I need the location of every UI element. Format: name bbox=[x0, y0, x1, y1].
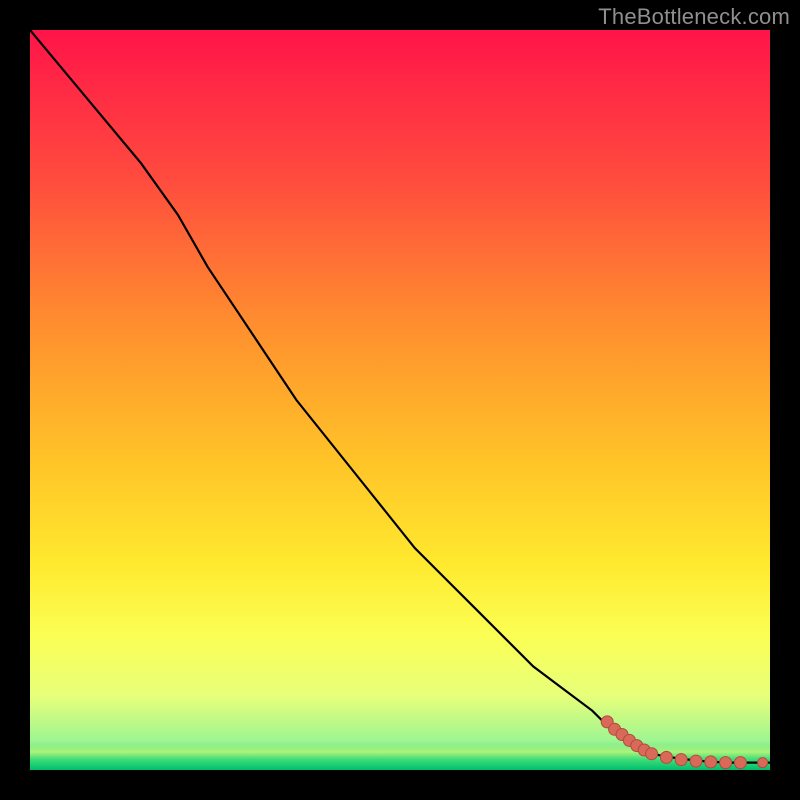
plot-area bbox=[30, 30, 770, 770]
attribution-text: TheBottleneck.com bbox=[598, 4, 790, 30]
data-point bbox=[690, 755, 702, 767]
data-point bbox=[675, 754, 687, 766]
data-point bbox=[646, 748, 658, 760]
data-point bbox=[758, 758, 768, 768]
data-point bbox=[720, 757, 732, 769]
data-point bbox=[734, 757, 746, 769]
chart-overlay bbox=[30, 30, 770, 770]
chart-frame: TheBottleneck.com bbox=[0, 0, 800, 800]
data-points-group bbox=[601, 716, 767, 769]
data-point bbox=[705, 756, 717, 768]
data-point bbox=[660, 751, 672, 763]
bottleneck-curve bbox=[30, 30, 770, 763]
